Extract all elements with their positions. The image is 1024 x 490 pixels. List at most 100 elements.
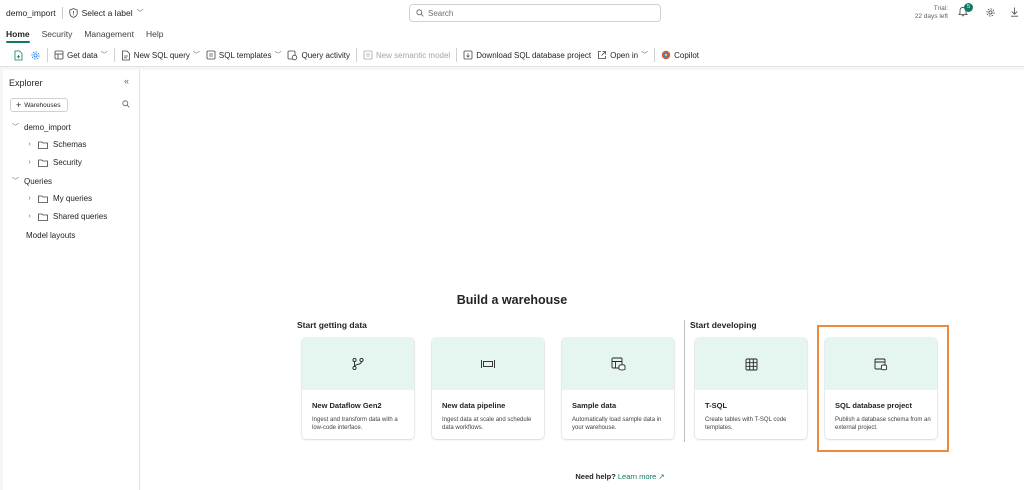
top-bar: demo_import Select a label ﹀ Search Tria… (0, 0, 1024, 26)
card-title: New data pipeline (442, 401, 506, 410)
chevron-down-icon: ﹀ (12, 124, 19, 131)
card-header (562, 338, 674, 390)
tree-item-label: Security (53, 158, 82, 167)
chevron-right-icon: › (28, 195, 31, 202)
explorer-title: Explorer (9, 78, 43, 88)
sql-templates-label: SQL templates (218, 50, 272, 60)
tab-security[interactable]: Security (42, 26, 73, 44)
search-icon (416, 9, 424, 17)
copilot-button[interactable]: Copilot (658, 46, 702, 64)
trial-days: 22 days left (914, 13, 948, 20)
card-new-dataflow-gen2[interactable]: New Dataflow Gen2 Ingest and transform d… (302, 338, 414, 439)
tree-item-label: My queries (53, 194, 93, 203)
divider (47, 48, 48, 62)
chevron-down-icon: ﹀ (192, 52, 200, 59)
card-header (302, 338, 414, 390)
settings-button[interactable] (27, 46, 44, 64)
tree-item-label: Queries (24, 176, 53, 186)
workspace-name[interactable]: demo_import (6, 8, 56, 18)
download-project-label: Download SQL database project (476, 50, 592, 60)
open-in-label: Open in (610, 50, 639, 60)
template-icon (206, 50, 216, 60)
tab-management[interactable]: Management (84, 26, 134, 44)
tree-item-security[interactable]: › Security (26, 158, 82, 167)
gear-icon[interactable] (985, 7, 996, 18)
tab-help[interactable]: Help (146, 26, 163, 44)
label-selector[interactable]: Select a label ﹀ (69, 8, 144, 18)
tree-item-schemas[interactable]: › Schemas (26, 140, 86, 149)
card-header (432, 338, 544, 390)
chevron-down-icon: ﹀ (136, 10, 144, 17)
new-sql-query-button[interactable]: New SQL query ﹀ (118, 46, 203, 64)
shield-icon (69, 8, 78, 18)
query-icon (121, 50, 130, 60)
chevron-right-icon: › (28, 141, 31, 148)
new-semantic-model-label: New semantic model (375, 50, 451, 60)
folder-icon (38, 141, 48, 149)
warehouses-label: Warehouses (24, 101, 61, 109)
tree-item-my-queries[interactable]: › My queries (26, 194, 92, 203)
query-activity-button[interactable]: Query activity (284, 46, 352, 64)
ribbon-tabs: Home Security Management Help (0, 26, 1024, 44)
search-icon[interactable] (122, 100, 130, 108)
card-description: Ingest and transform data with a low-cod… (312, 417, 398, 431)
plus-icon: + (16, 100, 22, 110)
tree-item-shared-queries[interactable]: › Shared queries (26, 212, 107, 221)
pipeline-icon (481, 360, 495, 368)
divider (61, 7, 63, 19)
tab-home[interactable]: Home (6, 26, 30, 44)
tree-item-queries[interactable]: ﹀ Queries (12, 176, 52, 186)
page-title: Build a warehouse (456, 293, 568, 307)
tree-item-label: Shared queries (53, 212, 108, 221)
open-external-icon: ↗ (658, 472, 665, 481)
dataflow-icon (352, 357, 364, 371)
card-header (695, 338, 807, 390)
collapse-pane-icon[interactable]: « (124, 76, 129, 86)
card-description: Ingest data at scale and schedule data w… (442, 417, 532, 431)
notification-badge: 5 (964, 3, 973, 12)
search-placeholder: Search (428, 8, 454, 18)
chevron-right-icon: › (28, 213, 31, 220)
learn-more-label: Learn more (617, 472, 657, 481)
card-sample-data[interactable]: Sample data Automatically load sample da… (562, 338, 674, 439)
search-box[interactable]: Search (409, 4, 661, 22)
divider (355, 48, 357, 62)
download-icon[interactable] (1010, 7, 1019, 17)
activity-icon (288, 50, 298, 60)
add-warehouses-button[interactable]: + Warehouses (10, 98, 68, 112)
card-new-data-pipeline[interactable]: New data pipeline Ingest data at scale a… (432, 338, 544, 439)
sample-data-icon (611, 357, 625, 371)
section-heading-getting-data: Start getting data (297, 320, 367, 330)
folder-icon (38, 213, 48, 221)
open-external-icon (598, 51, 606, 59)
copilot-label: Copilot (674, 50, 700, 60)
get-data-button[interactable]: Get data ﹀ (51, 46, 111, 64)
table-icon (745, 358, 757, 370)
tree-item-model-layouts[interactable]: Model layouts (26, 231, 75, 240)
download-project-button[interactable]: Download SQL database project (460, 46, 594, 64)
download-project-icon (463, 50, 473, 60)
learn-more-link[interactable]: Learn more ↗ (618, 472, 665, 481)
gear-icon (31, 51, 40, 59)
trial-status[interactable]: Trial: 22 days left (904, 5, 948, 21)
card-title: Sample data (572, 401, 617, 410)
get-data-label: Get data (67, 50, 98, 60)
folder-icon (38, 159, 48, 167)
section-heading-developing: Start developing (690, 320, 757, 330)
help-question: Need help? (575, 472, 616, 481)
new-semantic-model-button[interactable]: New semantic model (360, 46, 453, 64)
open-in-button[interactable]: Open in ﹀ (594, 46, 651, 64)
new-item-button[interactable] (10, 46, 27, 64)
chevron-right-icon: › (28, 159, 31, 166)
tree-item-demo-import[interactable]: ﹀ demo_import (12, 122, 71, 132)
folder-icon (38, 195, 48, 203)
tree-item-label: demo_import (24, 122, 71, 132)
divider (456, 48, 458, 62)
divider (113, 48, 115, 62)
sql-templates-button[interactable]: SQL templates ﹀ (203, 46, 285, 64)
card-t-sql[interactable]: T-SQL Create tables with T-SQL code temp… (695, 338, 807, 439)
label-selector-text: Select a label (81, 8, 133, 18)
chevron-down-icon: ﹀ (274, 52, 282, 59)
semantic-model-icon (363, 50, 373, 60)
chevron-down-icon: ﹀ (12, 178, 19, 185)
